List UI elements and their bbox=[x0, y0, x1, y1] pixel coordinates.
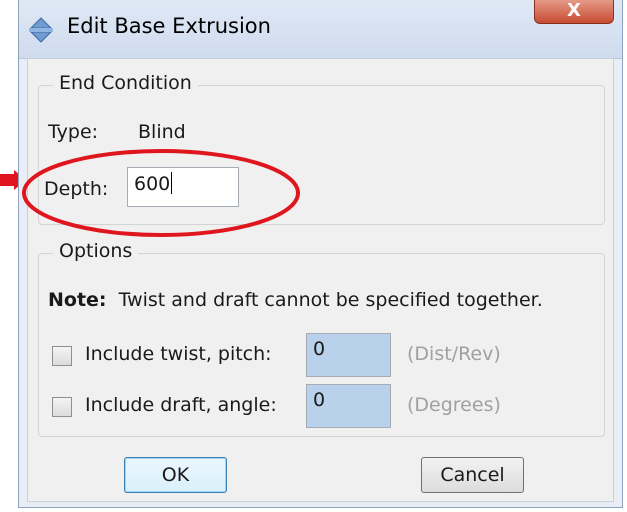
annotation-ellipse bbox=[22, 149, 300, 237]
ok-button[interactable]: OK bbox=[124, 457, 227, 493]
edit-base-extrusion-dialog: Edit Base Extrusion X End Condition Type… bbox=[18, 0, 623, 508]
window-title: Edit Base Extrusion bbox=[67, 14, 271, 38]
include-draft-label[interactable]: Include draft, angle: bbox=[85, 394, 277, 416]
end-condition-legend: End Condition bbox=[53, 72, 198, 94]
draft-unit: (Degrees) bbox=[407, 394, 501, 416]
dialog-body: End Condition Type: Blind Depth: 600 Opt… bbox=[27, 58, 614, 502]
include-twist-checkbox[interactable] bbox=[52, 346, 72, 366]
draft-angle-value: 0 bbox=[313, 389, 326, 411]
draft-angle-input: 0 bbox=[306, 384, 391, 428]
title-bar[interactable]: Edit Base Extrusion X bbox=[19, 0, 622, 59]
note-label: Note: bbox=[48, 289, 107, 311]
type-value: Blind bbox=[138, 121, 186, 143]
cancel-button[interactable]: Cancel bbox=[421, 457, 524, 493]
close-button[interactable]: X bbox=[534, 0, 614, 24]
twist-unit: (Dist/Rev) bbox=[407, 343, 501, 365]
include-draft-checkbox[interactable] bbox=[52, 397, 72, 417]
note-text: Note: Twist and draft cannot be specifie… bbox=[48, 289, 543, 311]
close-icon: X bbox=[567, 0, 581, 21]
include-twist-label[interactable]: Include twist, pitch: bbox=[85, 343, 272, 365]
options-legend: Options bbox=[53, 240, 139, 262]
note-body: Twist and draft cannot be specified toge… bbox=[118, 289, 543, 311]
type-label: Type: bbox=[48, 121, 99, 143]
twist-pitch-value: 0 bbox=[313, 338, 326, 360]
extrude-icon bbox=[29, 17, 53, 43]
twist-pitch-input: 0 bbox=[306, 333, 391, 377]
